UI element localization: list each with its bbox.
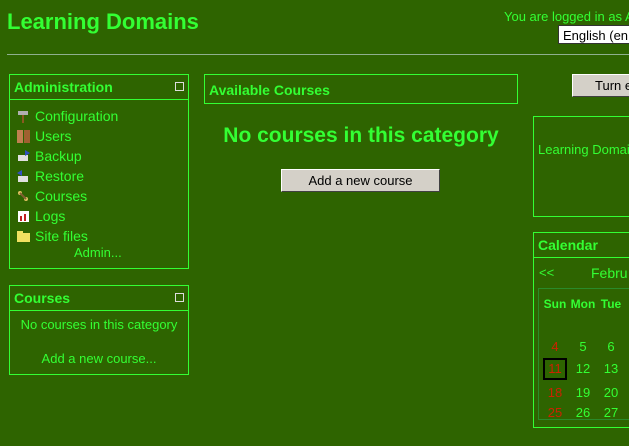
calendar-day[interactable]: 25 [541,405,569,420]
available-courses-title: Available Courses [209,82,330,98]
calendar-day[interactable]: 6 [597,339,625,354]
no-courses-text: No courses in this category [20,317,178,332]
hide-block-icon[interactable] [175,82,184,91]
backup-icon [16,149,31,164]
weekday-sun: Sun [543,297,567,311]
no-courses-message: No courses in this category [223,124,499,147]
weekday-tue: Tue [600,297,622,311]
restore-icon [16,169,31,184]
calendar-day-today[interactable]: 11 [541,361,569,376]
header-divider [7,54,629,55]
calendar-day[interactable]: 26 [569,405,597,420]
admin-item-label: Logs [35,208,66,224]
site-summary-text: Learning Domai [538,142,629,157]
login-info: You are logged in as A [504,9,629,24]
admin-item-label: Courses [35,188,88,204]
calendar-prev-link[interactable]: << [539,265,554,280]
admin-item-logs[interactable]: Logs [16,206,118,226]
folder-icon [16,229,31,244]
weekday-mon: Mon [570,297,596,311]
site-title: Learning Domains [7,9,199,34]
admin-item-label: Configuration [35,108,119,124]
calendar-day[interactable]: 27 [597,405,625,420]
courses-icon [16,189,31,204]
courses-block-header: Courses [10,286,188,311]
calendar-day[interactable]: 20 [597,385,625,400]
admin-item-courses[interactable]: Courses [16,186,118,206]
administration-block-header: Administration [10,75,188,100]
language-select[interactable]: English (en [558,25,629,44]
calendar-day[interactable]: 18 [541,385,569,400]
administration-title: Administration [14,79,113,95]
admin-item-label: Restore [35,168,85,184]
hide-block-icon[interactable] [175,293,184,302]
courses-block: Courses No courses in this category Add … [9,285,189,375]
site-summary-block: Learning Domai [533,116,629,217]
hammer-icon [16,109,31,124]
admin-item-backup[interactable]: Backup [16,146,118,166]
calendar-day[interactable]: 19 [569,385,597,400]
calendar-day[interactable]: 4 [541,339,569,354]
add-course-button[interactable]: Add a new course [281,169,440,192]
admin-item-users[interactable]: Users [16,126,118,146]
turn-editing-on-button[interactable]: Turn e [572,74,629,97]
admin-item-label: Users [35,128,72,144]
admin-menu: Configuration Users Backup Restore Cours… [16,106,118,246]
calendar-day[interactable]: 12 [569,361,597,376]
admin-more-link[interactable]: Admin... [74,245,122,260]
logs-icon [16,209,31,224]
admin-item-site-files[interactable]: Site files [16,226,118,246]
calendar-day[interactable]: 13 [597,361,625,376]
calendar-grid: Sun Mon Tue 4 5 6 11 12 13 18 19 20 25 2… [538,288,629,420]
administration-block: Administration Configuration Users Backu… [9,74,189,269]
admin-item-label: Backup [35,148,82,164]
courses-title: Courses [14,290,71,306]
available-courses-header: Available Courses [204,74,518,104]
admin-item-configuration[interactable]: Configuration [16,106,118,126]
calendar-month[interactable]: Febru [591,265,628,281]
admin-item-restore[interactable]: Restore [16,166,118,186]
admin-item-label: Site files [35,228,88,244]
users-icon [16,129,31,144]
calendar-block-header: Calendar [534,233,629,258]
calendar-block: Calendar << Febru Sun Mon Tue 4 5 6 11 1… [533,232,629,428]
calendar-title: Calendar [538,237,598,253]
add-course-link[interactable]: Add a new course... [10,351,188,366]
calendar-day[interactable]: 5 [569,339,597,354]
